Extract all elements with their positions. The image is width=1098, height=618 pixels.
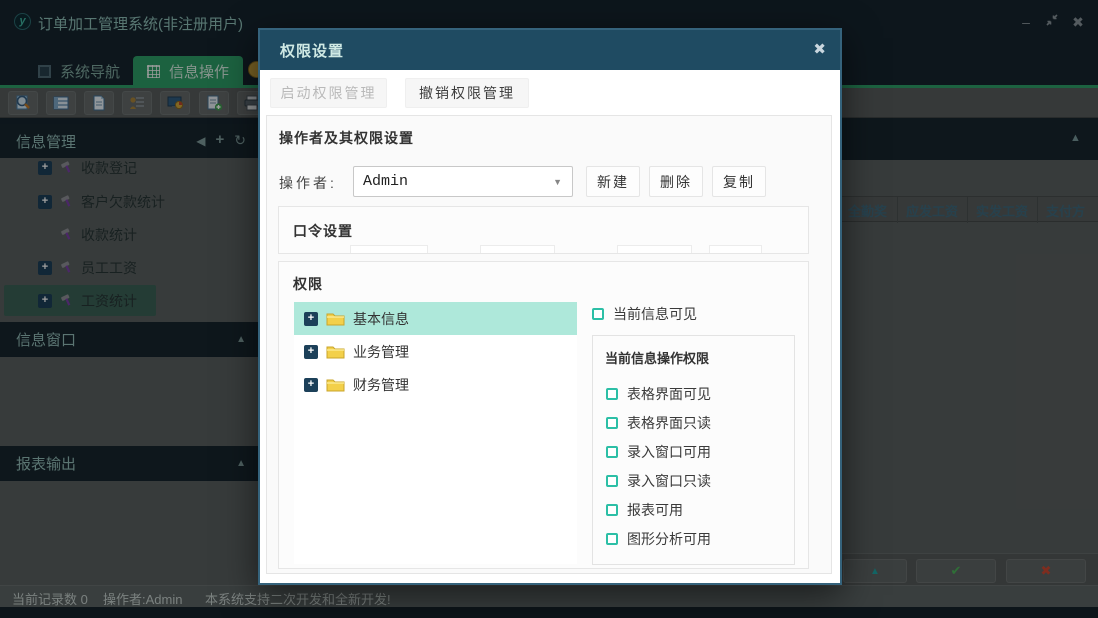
checkbox-icon[interactable]	[606, 503, 618, 516]
chart-analysis-enabled-checkbox-row[interactable]: 图形分析可用	[606, 529, 711, 548]
checkbox-label: 图形分析可用	[627, 530, 711, 547]
expand-plus-icon[interactable]: +	[304, 311, 318, 326]
folder-icon	[326, 313, 345, 326]
checkbox-icon[interactable]	[592, 308, 604, 320]
checkbox-icon[interactable]	[606, 445, 618, 458]
ops-panel-title: 当前信息操作权限	[605, 351, 710, 366]
perm-tree-label: 财务管理	[353, 376, 409, 393]
current-info-visible-checkbox-row[interactable]: 当前信息可见	[592, 304, 697, 324]
folder-icon	[326, 379, 345, 392]
password-input[interactable]	[480, 245, 555, 253]
operator-value: Admin	[363, 173, 409, 190]
checkbox-label: 录入窗口可用	[627, 443, 711, 460]
checkbox-icon[interactable]	[606, 416, 618, 429]
grid-visible-checkbox-row[interactable]: 表格界面可见	[606, 384, 711, 403]
password-input[interactable]	[617, 245, 692, 253]
panel-title: 操作者及其权限设置	[279, 130, 414, 146]
entry-window-enabled-checkbox-row[interactable]: 录入窗口可用	[606, 442, 711, 461]
checkbox-label: 录入窗口只读	[627, 472, 711, 489]
checkbox-icon[interactable]	[606, 387, 618, 400]
current-info-ops-panel: 当前信息操作权限 表格界面可见 表格界面只读 录入窗口可用 录入窗口只读 报表可…	[592, 335, 795, 565]
entry-window-readonly-checkbox-row[interactable]: 录入窗口只读	[606, 471, 711, 490]
permissions-group: 权限 + 基本信息 + 业务管理 + 财务管理 当前信息可见 当前信息操作权限 …	[278, 261, 809, 569]
perm-tree-item-basic-info[interactable]: + 基本信息	[294, 302, 577, 335]
folder-icon	[326, 346, 345, 359]
permissions-tree: + 基本信息 + 业务管理 + 财务管理	[294, 302, 577, 564]
dialog-close-button[interactable]: ✖	[813, 40, 826, 58]
checkbox-label: 当前信息可见	[613, 306, 697, 322]
dialog-header[interactable]: 权限设置 ✖	[260, 30, 840, 70]
dialog-title: 权限设置	[280, 43, 345, 60]
perm-tree-item-business-mgmt[interactable]: + 业务管理	[294, 335, 577, 368]
perm-tree-item-finance-mgmt[interactable]: + 财务管理	[294, 368, 577, 401]
group-title: 权限	[293, 276, 323, 292]
operator-dropdown[interactable]: Admin ▼	[353, 166, 573, 197]
password-input[interactable]	[350, 245, 428, 253]
new-operator-button[interactable]: 新建	[586, 166, 640, 197]
copy-operator-button[interactable]: 复制	[712, 166, 766, 197]
password-input[interactable]	[709, 245, 762, 253]
checkbox-icon[interactable]	[606, 474, 618, 487]
permission-settings-dialog: 权限设置 ✖ 启动权限管理 撤销权限管理 操作者及其权限设置 操作者: Admi…	[258, 28, 842, 585]
start-permission-management-button[interactable]: 启动权限管理	[270, 78, 387, 108]
checkbox-label: 表格界面只读	[627, 414, 711, 431]
checkbox-icon[interactable]	[606, 532, 618, 545]
perm-tree-label: 基本信息	[353, 310, 409, 327]
caret-down-icon: ▼	[553, 177, 562, 187]
checkbox-label: 报表可用	[627, 501, 683, 518]
report-enabled-checkbox-row[interactable]: 报表可用	[606, 500, 711, 519]
expand-plus-icon[interactable]: +	[304, 344, 318, 359]
group-title: 口令设置	[293, 223, 353, 239]
perm-tree-label: 业务管理	[353, 343, 409, 360]
password-settings-group: 口令设置	[278, 206, 809, 254]
checkbox-label: 表格界面可见	[627, 385, 711, 402]
expand-plus-icon[interactable]: +	[304, 377, 318, 392]
revoke-permission-management-button[interactable]: 撤销权限管理	[405, 78, 529, 108]
grid-readonly-checkbox-row[interactable]: 表格界面只读	[606, 413, 711, 432]
operator-permission-panel: 操作者及其权限设置 操作者: Admin ▼ 新建 删除 复制 口令设置 权限	[266, 115, 832, 574]
operator-label: 操作者:	[279, 175, 337, 191]
delete-operator-button[interactable]: 删除	[649, 166, 703, 197]
